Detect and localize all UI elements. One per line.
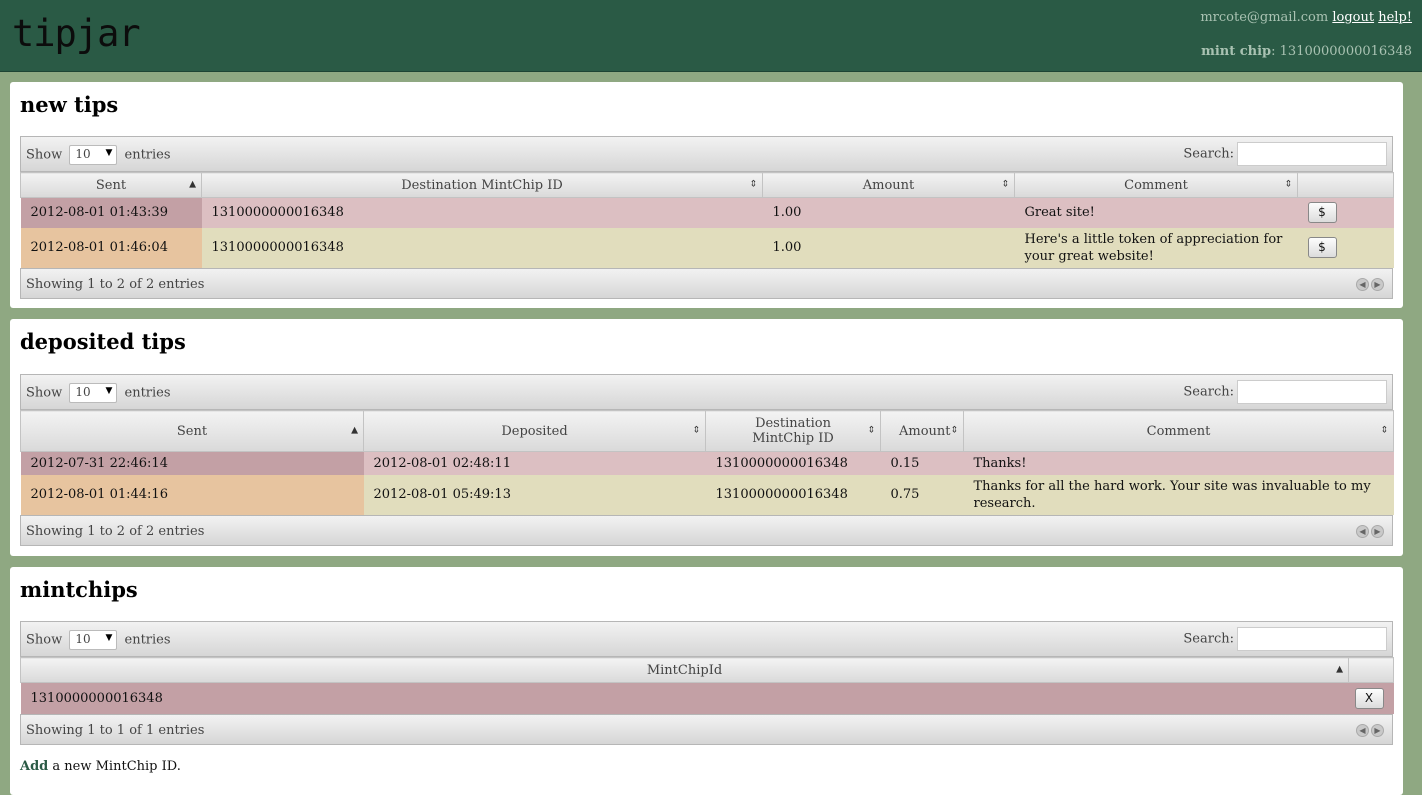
sort-asc-icon: ▲	[351, 425, 358, 436]
prev-page-icon[interactable]: ◀	[1356, 723, 1369, 737]
page-length-select[interactable]: 10 ▼	[69, 630, 118, 650]
table-info: Showing 1 to 2 of 2 entries	[26, 276, 205, 292]
col-header-mintchip-id[interactable]: MintChipId ▲	[20, 657, 1349, 683]
mintchips-table: MintChipId ▲ 1310000000016348 X	[20, 657, 1394, 714]
table-row: 2012-07-31 22:46:14 2012-08-01 02:48:11 …	[20, 451, 1394, 475]
next-page-icon[interactable]: ▶	[1371, 524, 1384, 538]
search-control: Search:	[1183, 142, 1387, 166]
user-area: mrcote@gmail.com logout help!	[1200, 10, 1412, 25]
page-length-select[interactable]: 10 ▼	[69, 383, 118, 403]
page-length-select[interactable]: 10 ▼	[69, 145, 118, 165]
mintchips-title: mintchips	[20, 577, 138, 602]
col-header-action	[1348, 657, 1394, 683]
col-header-amount[interactable]: Amount ⇕	[880, 410, 964, 452]
deposited-tips-table-wrapper: Show 10 ▼ entries Search: Sent ▲ Deposited…	[20, 374, 1394, 546]
search-control: Search:	[1183, 380, 1387, 404]
sort-asc-icon: ▲	[1336, 664, 1343, 675]
prev-page-icon[interactable]: ◀	[1356, 524, 1369, 538]
mint-chip-id: 1310000000016348	[1279, 44, 1412, 59]
remove-button[interactable]: X	[1354, 687, 1384, 709]
new-tips-footer: Showing 1 to 2 of 2 entries ◀ ▶	[20, 267, 1393, 299]
deposited-tips-title: deposited tips	[20, 329, 186, 354]
col-header-deposited[interactable]: Deposited ⇕	[363, 410, 706, 452]
deposit-button[interactable]: $	[1307, 202, 1337, 224]
user-email: mrcote@gmail.com	[1200, 10, 1329, 25]
new-tips-title: new tips	[20, 92, 119, 117]
table-row: 2012-08-01 01:46:04 1310000000016348 1.0…	[20, 227, 1394, 268]
mintchips-footer: Showing 1 to 1 of 1 entries ◀ ▶	[20, 713, 1393, 745]
sort-both-icon: ⇕	[1284, 179, 1292, 190]
deposit-button[interactable]: $	[1307, 237, 1337, 258]
sort-both-icon: ⇕	[749, 179, 757, 190]
col-header-amount[interactable]: Amount ⇕	[762, 172, 1015, 198]
new-tips-toolbar: Show 10 ▼ entries Search:	[20, 136, 1393, 172]
help-link[interactable]: help!	[1378, 10, 1412, 25]
add-mintchip-line: Add a new MintChip ID.	[20, 759, 181, 774]
sort-both-icon: ⇕	[1380, 425, 1388, 436]
app-logo[interactable]: tipjar	[12, 12, 141, 55]
new-tips-table-wrapper: Show 10 ▼ entries Search: Sent ▲ Destinati…	[20, 136, 1394, 299]
add-mintchip-link[interactable]: Add	[20, 759, 48, 774]
col-header-comment[interactable]: Comment ⇕	[963, 410, 1394, 452]
length-control: Show 10 ▼ entries	[26, 383, 171, 403]
sort-both-icon: ⇕	[692, 425, 700, 436]
search-input[interactable]	[1237, 627, 1387, 651]
table-info: Showing 1 to 2 of 2 entries	[26, 523, 205, 539]
mint-chip-info: mint chip: 1310000000016348	[1201, 44, 1412, 59]
deposited-tips-footer: Showing 1 to 2 of 2 entries ◀ ▶	[20, 514, 1393, 546]
table-row: 2012-08-01 01:43:39 1310000000016348 1.0…	[20, 197, 1394, 228]
next-page-icon[interactable]: ▶	[1371, 277, 1384, 291]
chevron-down-icon: ▼	[105, 386, 113, 396]
search-control: Search:	[1183, 627, 1387, 651]
search-input[interactable]	[1237, 142, 1387, 166]
top-header: tipjar mrcote@gmail.com logout help! min…	[0, 0, 1422, 72]
next-page-icon[interactable]: ▶	[1371, 723, 1384, 737]
length-control: Show 10 ▼ entries	[26, 145, 171, 165]
mintchips-toolbar: Show 10 ▼ entries Search:	[20, 621, 1393, 657]
new-tips-panel: new tips Show 10 ▼ entries Search: Sent ▲ …	[10, 82, 1403, 308]
length-control: Show 10 ▼ entries	[26, 630, 171, 650]
logout-link[interactable]: logout	[1332, 10, 1374, 25]
table-row: 1310000000016348 X	[20, 682, 1394, 714]
chevron-down-icon: ▼	[105, 633, 113, 643]
mintchips-table-wrapper: Show 10 ▼ entries Search: MintChipId ▲ 131…	[20, 621, 1394, 745]
col-header-sent[interactable]: Sent ▲	[20, 172, 202, 198]
table-row: 2012-08-01 01:44:16 2012-08-01 05:49:13 …	[20, 474, 1394, 515]
sort-both-icon: ⇕	[1001, 179, 1009, 190]
mint-chip-label: mint chip	[1201, 44, 1272, 59]
sort-both-icon: ⇕	[867, 425, 875, 436]
col-header-destination[interactable]: Destination MintChip ID ⇕	[201, 172, 763, 198]
mintchips-panel: mintchips Show 10 ▼ entries Search: MintC…	[10, 567, 1403, 795]
sort-asc-icon: ▲	[189, 179, 196, 190]
table-info: Showing 1 to 1 of 1 entries	[26, 722, 205, 738]
col-header-destination[interactable]: Destination MintChip ID ⇕	[705, 410, 881, 452]
new-tips-table: Sent ▲ Destination MintChip ID ⇕ Amount ⇕ C…	[20, 172, 1394, 268]
search-input[interactable]	[1237, 380, 1387, 404]
chevron-down-icon: ▼	[105, 148, 113, 158]
deposited-tips-panel: deposited tips Show 10 ▼ entries Search: …	[10, 319, 1403, 556]
col-header-action	[1297, 172, 1394, 198]
sort-both-icon: ⇕	[950, 425, 958, 436]
col-header-sent[interactable]: Sent ▲	[20, 410, 364, 452]
deposited-tips-toolbar: Show 10 ▼ entries Search:	[20, 374, 1393, 410]
prev-page-icon[interactable]: ◀	[1356, 277, 1369, 291]
deposited-tips-table: Sent ▲ Deposited ⇕ Destination MintChip ID…	[20, 410, 1394, 515]
col-header-comment[interactable]: Comment ⇕	[1014, 172, 1298, 198]
